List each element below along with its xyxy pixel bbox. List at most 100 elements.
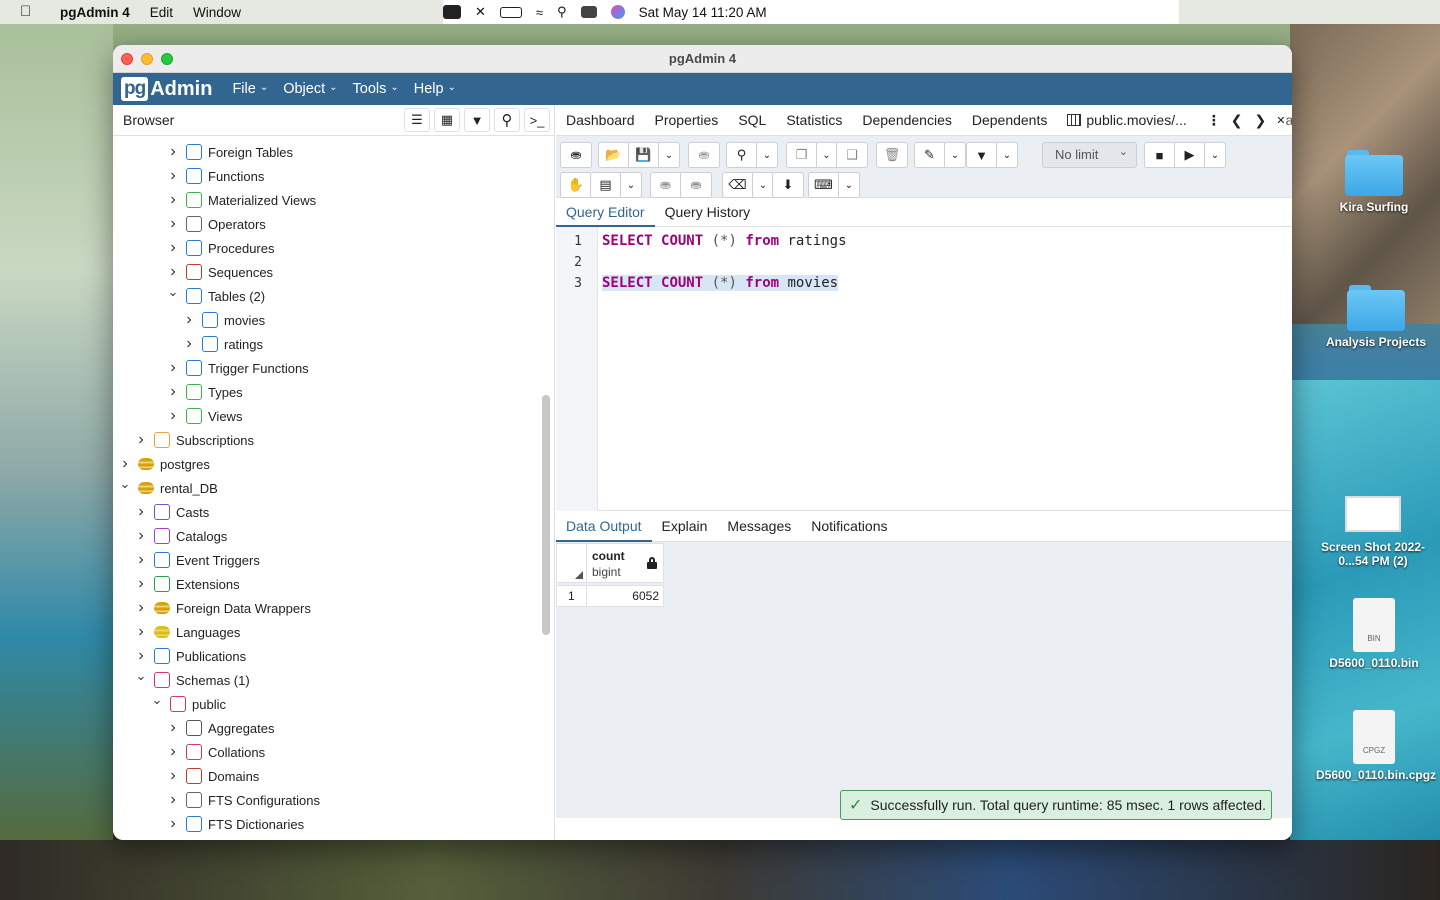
chevron-right-icon[interactable]: › — [166, 767, 180, 785]
menubar-window[interactable]: Window — [193, 5, 241, 20]
tree-item[interactable]: › FTS Configurations — [166, 788, 320, 812]
menubar-clock[interactable]: Sat May 14 11:20 AM — [639, 5, 767, 20]
video-icon[interactable] — [443, 5, 461, 19]
chevron-right-icon[interactable]: › — [166, 815, 180, 833]
chevron-right-icon[interactable]: › — [166, 167, 180, 185]
tree-item[interactable]: › Catalogs — [134, 524, 227, 548]
clear-icon[interactable]: ⌫ — [723, 173, 753, 197]
chevron-right-icon[interactable]: › — [134, 575, 148, 593]
close-tab-icon[interactable]: ✕ — [1276, 114, 1285, 127]
battery-icon[interactable] — [499, 6, 522, 18]
minimize-window-button[interactable] — [141, 53, 153, 65]
tree-item[interactable]: › Materialized Views — [166, 188, 316, 212]
query-tool-icon[interactable]: ☰ — [404, 108, 430, 132]
download-icon[interactable]: ⬇ — [773, 173, 803, 197]
chevron-down-icon[interactable]: ⌄ — [166, 284, 180, 300]
chevron-right-icon[interactable]: › — [134, 599, 148, 617]
tree-item[interactable]: › Publications — [134, 644, 246, 668]
zoom-window-button[interactable] — [161, 53, 173, 65]
tree-item[interactable]: › Foreign Tables — [166, 140, 293, 164]
paste-icon[interactable]: ❑ — [837, 143, 867, 167]
menubar-edit[interactable]: Edit — [150, 5, 173, 20]
browser-scrollbar[interactable] — [542, 395, 550, 635]
chevron-right-icon[interactable]: › — [182, 335, 196, 353]
spotlight-icon[interactable]: ⚲ — [557, 4, 567, 20]
tree-item[interactable]: › Collations — [166, 740, 265, 764]
tree-item[interactable]: ⌄ Tables (2) — [166, 284, 265, 308]
code-line[interactable]: SELECT COUNT (*) from movies — [602, 275, 839, 291]
tree-item[interactable]: › Event Triggers — [134, 548, 260, 572]
rollback-icon[interactable]: ⛂ — [681, 173, 711, 197]
database-connection-icon[interactable]: ⛂ — [561, 143, 591, 167]
tab-dashboard[interactable]: Dashboard — [556, 112, 645, 128]
delete-icon[interactable]: 🗑 — [877, 143, 907, 167]
tree-item[interactable]: › Operators — [166, 212, 266, 236]
menu-object[interactable]: Object — [283, 81, 337, 97]
tree-item[interactable]: › Sequences — [166, 260, 273, 284]
macros-icon[interactable]: ⌨ — [809, 173, 839, 197]
chevron-right-icon[interactable]: › — [166, 383, 180, 401]
close-window-button[interactable] — [121, 53, 133, 65]
save-file-icon[interactable]: 💾 — [629, 143, 659, 167]
tree-item[interactable]: ⌄ Schemas (1) — [134, 668, 250, 692]
menu-help[interactable]: Help — [414, 81, 456, 97]
column-header-count[interactable]: count bigint — [587, 543, 664, 583]
desktop-folder-kira[interactable]: Kira Surfing — [1320, 150, 1428, 214]
execute-icon[interactable]: ▶ — [1175, 143, 1205, 167]
chevron-right-icon[interactable]: › — [166, 215, 180, 233]
tree-item[interactable]: › Domains — [166, 764, 259, 788]
tab-prev-icon[interactable]: ❮ — [1231, 112, 1243, 129]
save-dropdown-icon[interactable]: ⌄ — [659, 143, 679, 167]
tab-data-output[interactable]: Data Output — [556, 511, 652, 542]
tab-properties[interactable]: Properties — [645, 112, 729, 128]
desktop-screenshot[interactable]: Screen Shot 2022-0...54 PM (2) — [1308, 496, 1438, 568]
copy-dropdown-icon[interactable]: ⌄ — [817, 143, 837, 167]
filtered-rows-icon[interactable]: ▼ — [464, 108, 490, 132]
tree-item[interactable]: ⌄ public — [150, 692, 226, 716]
tree-item[interactable]: › Casts — [134, 500, 209, 524]
filter-icon[interactable]: ▼ — [967, 143, 997, 167]
chevron-right-icon[interactable]: › — [134, 503, 148, 521]
cell-count[interactable]: 6052 — [587, 585, 664, 607]
chevron-right-icon[interactable]: › — [134, 431, 148, 449]
sql-editor[interactable]: 1 SELECT COUNT (*) from ratings 2 3 SELECT C… — [556, 227, 1292, 511]
explain-pointer-icon[interactable]: ✋ — [561, 173, 591, 197]
tree-item[interactable]: › Extensions — [134, 572, 240, 596]
tab-statistics[interactable]: Statistics — [776, 112, 852, 128]
bluetooth-icon[interactable]: ✕ — [475, 4, 486, 20]
tab-next-icon[interactable]: ❯ — [1254, 112, 1266, 129]
control-center-icon[interactable] — [580, 6, 597, 18]
search-objects-icon[interactable]: ⚲ — [494, 108, 520, 132]
chevron-down-icon[interactable]: ⌄ — [118, 476, 132, 492]
chevron-right-icon[interactable]: › — [166, 791, 180, 809]
table-row[interactable]: 1 6052 — [556, 585, 664, 607]
chevron-right-icon[interactable]: › — [134, 551, 148, 569]
more-tabs-icon[interactable]: ⋮ — [1207, 112, 1221, 129]
tree-item[interactable]: › Trigger Functions — [166, 356, 309, 380]
explain-dropdown-icon[interactable]: ⌄ — [621, 173, 641, 197]
tree-item[interactable]: › Views — [166, 404, 242, 428]
chevron-right-icon[interactable]: › — [166, 407, 180, 425]
chevron-right-icon[interactable]: › — [134, 527, 148, 545]
tab-explain[interactable]: Explain — [652, 511, 718, 542]
stop-icon[interactable]: ■ — [1145, 143, 1175, 167]
row-number[interactable]: 1 — [556, 585, 587, 607]
edit-dropdown-icon[interactable]: ⌄ — [945, 143, 965, 167]
chevron-right-icon[interactable]: › — [166, 239, 180, 257]
tab-query-tool[interactable]: public.movies/... — [1057, 112, 1196, 128]
chevron-right-icon[interactable]: › — [134, 623, 148, 641]
view-data-icon[interactable]: ▦ — [434, 108, 460, 132]
save-data-icon[interactable]: ⛂ — [689, 143, 719, 167]
chevron-right-icon[interactable]: › — [182, 311, 196, 329]
chevron-right-icon[interactable]: › — [166, 743, 180, 761]
macros-dropdown-icon[interactable]: ⌄ — [839, 173, 859, 197]
tree-item[interactable]: › Functions — [166, 164, 264, 188]
tree-item[interactable]: › Aggregates — [166, 716, 275, 740]
apple-icon[interactable]:  — [20, 4, 40, 20]
tree-item[interactable]: › Languages — [134, 620, 240, 644]
tab-sql[interactable]: SQL — [728, 112, 776, 128]
tree-item[interactable]: ⌄ rental_DB — [118, 476, 218, 500]
chevron-right-icon[interactable]: › — [166, 143, 180, 161]
chevron-right-icon[interactable]: › — [166, 719, 180, 737]
find-icon[interactable]: ⚲ — [727, 143, 757, 167]
